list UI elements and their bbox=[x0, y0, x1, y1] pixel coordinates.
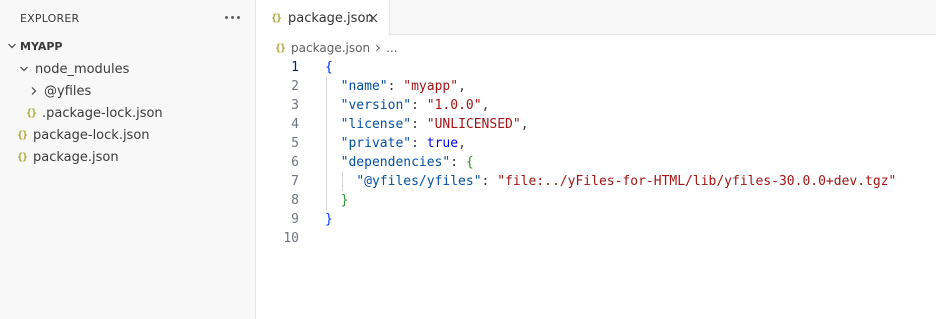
explorer-title: EXPLORER bbox=[20, 11, 80, 25]
tab-label: package.json bbox=[288, 10, 374, 26]
code-line: 5 "private": true, bbox=[257, 134, 936, 153]
code-line: 4 "license": "UNLICENSED", bbox=[257, 115, 936, 134]
tree-root-label: MYAPP bbox=[20, 39, 63, 53]
tree-root-myapp[interactable]: MYAPP bbox=[0, 35, 256, 57]
code-line: 2 "name": "myapp", bbox=[257, 77, 936, 96]
code-line: 1 { bbox=[257, 58, 936, 77]
explorer-header: EXPLORER bbox=[0, 0, 256, 36]
chevron-down-icon bbox=[4, 38, 20, 54]
line-number: 1 bbox=[291, 60, 299, 75]
tree-item-yfiles[interactable]: @yfiles bbox=[0, 80, 256, 102]
tree-item-dot-package-lock[interactable]: {} .package-lock.json bbox=[0, 102, 256, 124]
json-file-icon: {} bbox=[16, 129, 28, 141]
tree-item-package-lock[interactable]: {} package-lock.json bbox=[0, 124, 256, 146]
editor-area: {} package.json {} package.json ... 1 { … bbox=[257, 0, 936, 319]
line-number: 3 bbox=[291, 98, 299, 113]
code-line: 7 "@yfiles/yfiles": "file:../yFiles-for-… bbox=[257, 172, 936, 191]
line-number: 4 bbox=[291, 117, 299, 132]
code-line: 6 "dependencies": { bbox=[257, 153, 936, 172]
explorer-sidebar: EXPLORER MYAPP node_modules @yfiles {} .… bbox=[0, 0, 256, 319]
json-file-icon: {} bbox=[271, 12, 282, 24]
tab-bar: {} package.json bbox=[257, 0, 936, 36]
chevron-right-icon bbox=[374, 44, 382, 52]
tree-item-package-json[interactable]: {} package.json bbox=[0, 146, 256, 168]
line-number: 6 bbox=[291, 155, 299, 170]
json-file-icon: {} bbox=[25, 107, 37, 119]
line-number: 10 bbox=[283, 231, 299, 246]
tree-item-label: package-lock.json bbox=[33, 127, 150, 143]
json-file-icon: {} bbox=[275, 42, 286, 54]
close-icon[interactable] bbox=[365, 10, 381, 26]
tree-item-label: @yfiles bbox=[44, 83, 92, 99]
chevron-down-icon bbox=[16, 61, 32, 77]
breadcrumb-file[interactable]: package.json bbox=[291, 41, 370, 55]
line-number: 9 bbox=[291, 212, 299, 227]
tab-package-json[interactable]: {} package.json bbox=[257, 0, 390, 36]
more-actions-icon[interactable] bbox=[223, 8, 241, 26]
breadcrumb: {} package.json ... bbox=[275, 37, 398, 59]
tree-item-label: node_modules bbox=[35, 61, 130, 77]
code-line: 10 bbox=[257, 229, 936, 248]
tree-item-node-modules[interactable]: node_modules bbox=[0, 58, 256, 80]
json-file-icon: {} bbox=[16, 151, 28, 163]
line-number: 2 bbox=[291, 79, 299, 94]
code-line: 9 } bbox=[257, 210, 936, 229]
code-line: 8 } bbox=[257, 191, 936, 210]
line-number: 7 bbox=[291, 174, 299, 189]
line-number: 8 bbox=[291, 193, 299, 208]
breadcrumb-more[interactable]: ... bbox=[386, 41, 397, 55]
tree-item-label: package.json bbox=[33, 149, 119, 165]
code-line: 3 "version": "1.0.0", bbox=[257, 96, 936, 115]
line-number: 5 bbox=[291, 136, 299, 151]
tree-item-label: .package-lock.json bbox=[42, 105, 163, 121]
chevron-right-icon bbox=[26, 83, 42, 99]
